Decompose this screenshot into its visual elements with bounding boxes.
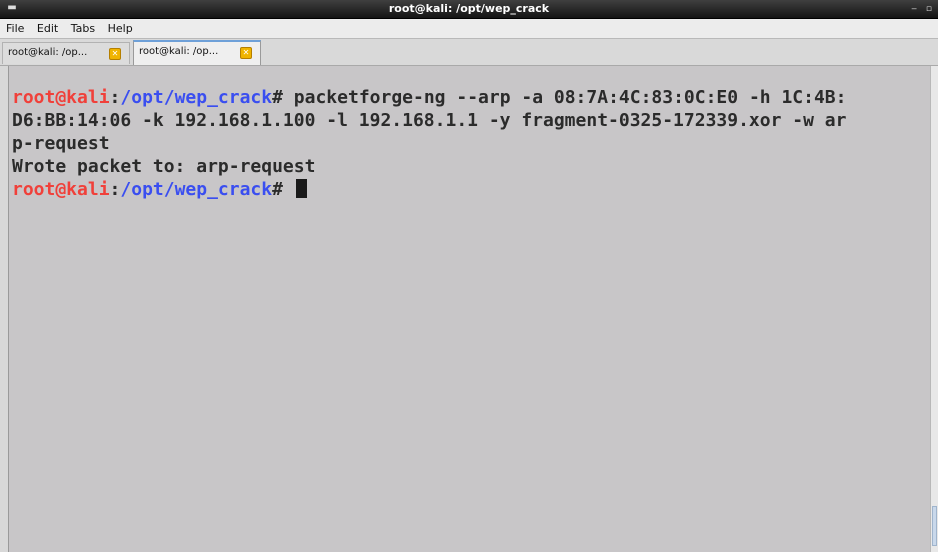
menu-help[interactable]: Help [108,19,133,38]
maximize-icon[interactable]: ▫ [926,4,932,14]
tab-bar: root@kali: /op... ✕ root@kali: /op... ✕ [0,39,938,66]
window-title: root@kali: /opt/wep_crack [388,2,550,15]
terminal-scrollbar[interactable] [930,66,938,552]
close-tab-icon[interactable]: ✕ [109,48,121,60]
close-tab-icon[interactable]: ✕ [240,47,252,59]
menu-edit[interactable]: Edit [37,19,58,38]
menu-file-label: File [6,22,25,35]
prompt-separator: : [109,87,121,108]
prompt-user: root@kali [12,179,110,200]
minimize-icon[interactable]: ‒ [911,4,917,14]
window-titlebar[interactable]: ▬ root@kali: /opt/wep_crack ‒ ▫ [0,0,938,19]
command-line-3: p-request [12,133,110,154]
scrollbar-thumb[interactable] [932,506,937,546]
tab-terminal-2[interactable]: root@kali: /op... ✕ [133,40,261,65]
command-line-2: D6:BB:14:06 -k 192.168.1.100 -l 192.168.… [12,110,847,131]
menu-tabs[interactable]: Tabs [71,19,95,38]
menu-edit-label: Edit [36,22,59,35]
prompt-user: root@kali [12,87,110,108]
tab-label: root@kali: /op... [8,47,88,58]
menu-file[interactable]: File [6,19,24,38]
prompt-separator: : [109,179,121,200]
prompt-path: /opt/wep_crack [120,87,273,108]
menu-help-label: Help [107,22,133,35]
prompt-path: /opt/wep_crack [120,179,273,200]
prompt-end: # [272,179,294,200]
menu-tabs-label: Tabs [70,22,96,35]
text-cursor [295,179,307,198]
terminal-area[interactable]: root@kali:/opt/wep_crack# packetforge-ng… [8,66,931,552]
window-left-edge [0,66,8,552]
tab-label: root@kali: /op... [139,46,219,57]
output-line: Wrote packet to: arp-request [12,156,316,177]
menu-bar: File Edit Tabs Help [0,19,938,39]
prompt-end: # [272,87,294,108]
terminal-output: root@kali:/opt/wep_crack# packetforge-ng… [12,86,846,201]
window-controls: ‒ ▫ [905,0,932,18]
command-line-1: packetforge-ng --arp -a 08:7A:4C:83:0C:E… [293,87,847,108]
tab-terminal-1[interactable]: root@kali: /op... ✕ [2,42,130,64]
